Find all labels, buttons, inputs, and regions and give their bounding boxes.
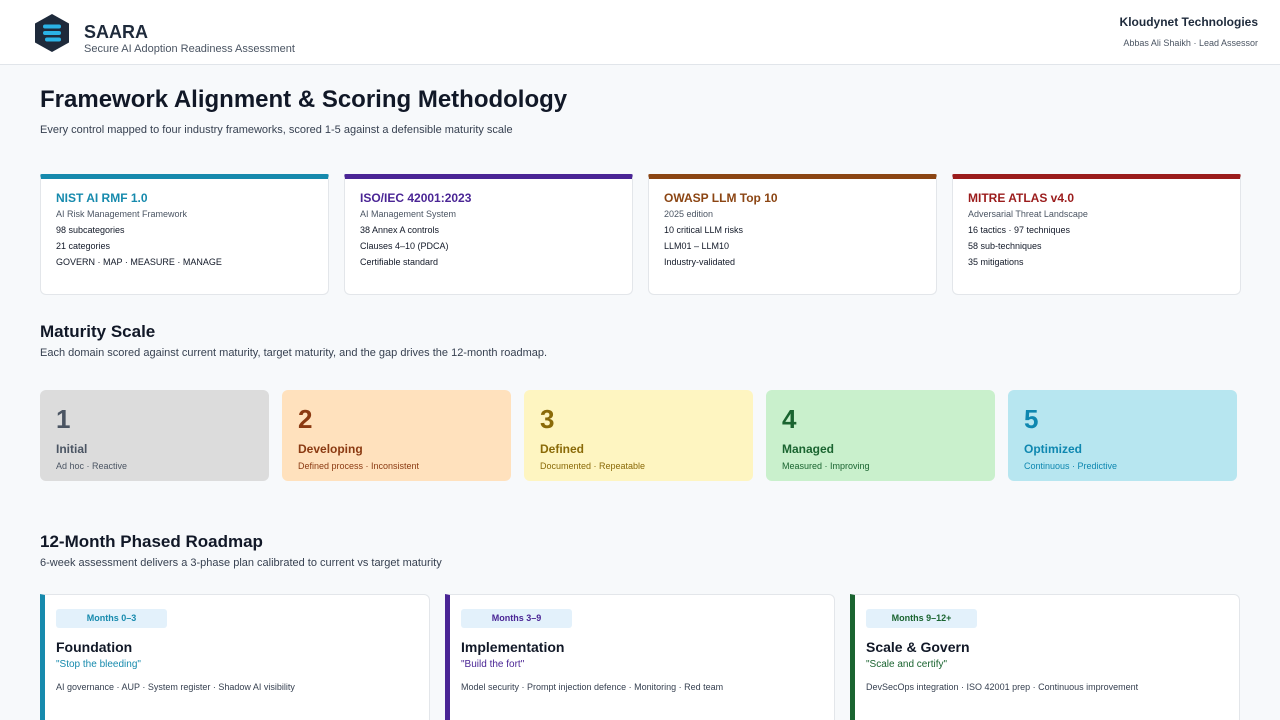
framework-description: AI Risk Management Framework	[56, 209, 188, 219]
maturity-name: Developing	[298, 442, 363, 456]
framework-card-iso: ISO/IEC 42001:2023 AI Management System …	[344, 174, 633, 295]
framework-detail: GOVERN · MAP · MEASURE · MANAGE	[56, 257, 222, 267]
framework-card-mitre: MITRE ATLAS v4.0 Adversarial Threat Land…	[952, 174, 1241, 295]
brand-title: SAARA	[84, 22, 149, 42]
phase-tagline: "Build the fort"	[461, 659, 525, 670]
framework-detail: 16 tactics · 97 techniques	[968, 225, 1071, 235]
framework-name: MITRE ATLAS v4.0	[968, 191, 1075, 205]
maturity-description: Documented · Repeatable	[540, 461, 646, 471]
page-subtitle: Every control mapped to four industry fr…	[40, 124, 513, 136]
framework-detail: 10 critical LLM risks	[664, 225, 744, 235]
maturity-number: 5	[1024, 404, 1039, 434]
phase-card-scale-govern: Months 9–12+ Scale & Govern "Scale and c…	[850, 594, 1240, 720]
roadmap-section-title: 12-Month Phased Roadmap	[40, 532, 263, 551]
maturity-description: Ad hoc · Reactive	[56, 461, 128, 471]
phase-card-implementation: Months 3–9 Implementation "Build the for…	[445, 594, 835, 720]
assessor-name: Abbas Ali Shaikh	[1123, 38, 1191, 48]
maturity-description: Measured · Improving	[782, 461, 870, 471]
maturity-number: 2	[298, 404, 313, 434]
assessor-info: Abbas Ali Shaikh · Lead Assessor	[1123, 38, 1258, 48]
phase-items: AI governance · AUP · System register · …	[56, 682, 295, 692]
phase-name: Implementation	[461, 639, 565, 655]
phase-tagline: "Scale and certify"	[866, 659, 948, 670]
framework-detail: 58 sub-techniques	[968, 241, 1042, 251]
assessor-separator: ·	[1193, 38, 1197, 48]
roadmap-section-subtitle: 6-week assessment delivers a 3-phase pla…	[40, 557, 442, 569]
maturity-level-3: 3 Defined Documented · Repeatable	[524, 390, 753, 481]
framework-description: Adversarial Threat Landscape	[968, 209, 1088, 219]
phase-card-foundation: Months 0–3 Foundation "Stop the bleeding…	[40, 594, 430, 720]
maturity-number: 4	[782, 404, 797, 434]
framework-name: NIST AI RMF 1.0	[56, 191, 148, 205]
framework-detail: Industry-validated	[664, 257, 736, 267]
maturity-section-subtitle: Each domain scored against current matur…	[40, 347, 548, 359]
framework-detail: 38 Annex A controls	[360, 225, 440, 235]
page-title: Framework Alignment & Scoring Methodolog…	[40, 86, 568, 113]
phase-items: Model security · Prompt injection defenc…	[461, 682, 724, 692]
framework-name: OWASP LLM Top 10	[664, 191, 778, 205]
stacked-layers-hexagon-icon	[35, 14, 69, 52]
maturity-name: Managed	[782, 442, 835, 456]
maturity-description: Continuous · Predictive	[1024, 461, 1118, 471]
phase-timeframe-badge: Months 0–3	[56, 609, 167, 628]
app-header: SAARA Secure AI Adoption Readiness Asses…	[0, 0, 1280, 65]
maturity-level-5: 5 Optimized Continuous · Predictive	[1008, 390, 1237, 481]
framework-detail: 21 categories	[56, 241, 111, 251]
phase-timeframe-badge: Months 3–9	[461, 609, 572, 628]
phase-name: Foundation	[56, 639, 133, 655]
framework-description: AI Management System	[360, 209, 457, 219]
framework-detail: Clauses 4–10 (PDCA)	[360, 241, 449, 251]
maturity-number: 1	[56, 404, 71, 434]
phase-items: DevSecOps integration · ISO 42001 prep ·…	[866, 682, 1139, 692]
framework-detail: Certifiable standard	[360, 257, 439, 267]
framework-detail: 35 mitigations	[968, 257, 1024, 267]
brand-subtitle: Secure AI Adoption Readiness Assessment	[84, 43, 295, 55]
framework-card-nist: NIST AI RMF 1.0 AI Risk Management Frame…	[40, 174, 329, 295]
maturity-name: Initial	[56, 442, 88, 456]
framework-description: 2025 edition	[664, 209, 714, 219]
framework-detail: LLM01 – LLM10	[664, 241, 730, 251]
maturity-level-1: 1 Initial Ad hoc · Reactive	[40, 390, 269, 481]
maturity-section-title: Maturity Scale	[40, 322, 156, 341]
framework-card-owasp: OWASP LLM Top 10 2025 edition 10 critica…	[648, 174, 937, 295]
phase-name: Scale & Govern	[866, 639, 970, 655]
maturity-description: Defined process · Inconsistent	[298, 461, 420, 471]
maturity-level-2: 2 Developing Defined process · Inconsist…	[282, 390, 511, 481]
company-name: Kloudynet Technologies	[1119, 15, 1258, 29]
maturity-name: Defined	[540, 442, 585, 456]
framework-detail: 98 subcategories	[56, 225, 125, 235]
maturity-number: 3	[540, 404, 555, 434]
phase-tagline: "Stop the bleeding"	[56, 659, 141, 670]
assessor-role: Lead Assessor	[1198, 38, 1258, 48]
phase-timeframe-badge: Months 9–12+	[866, 609, 977, 628]
maturity-level-4: 4 Managed Measured · Improving	[766, 390, 995, 481]
maturity-name: Optimized	[1024, 442, 1083, 456]
framework-name: ISO/IEC 42001:2023	[360, 191, 472, 205]
